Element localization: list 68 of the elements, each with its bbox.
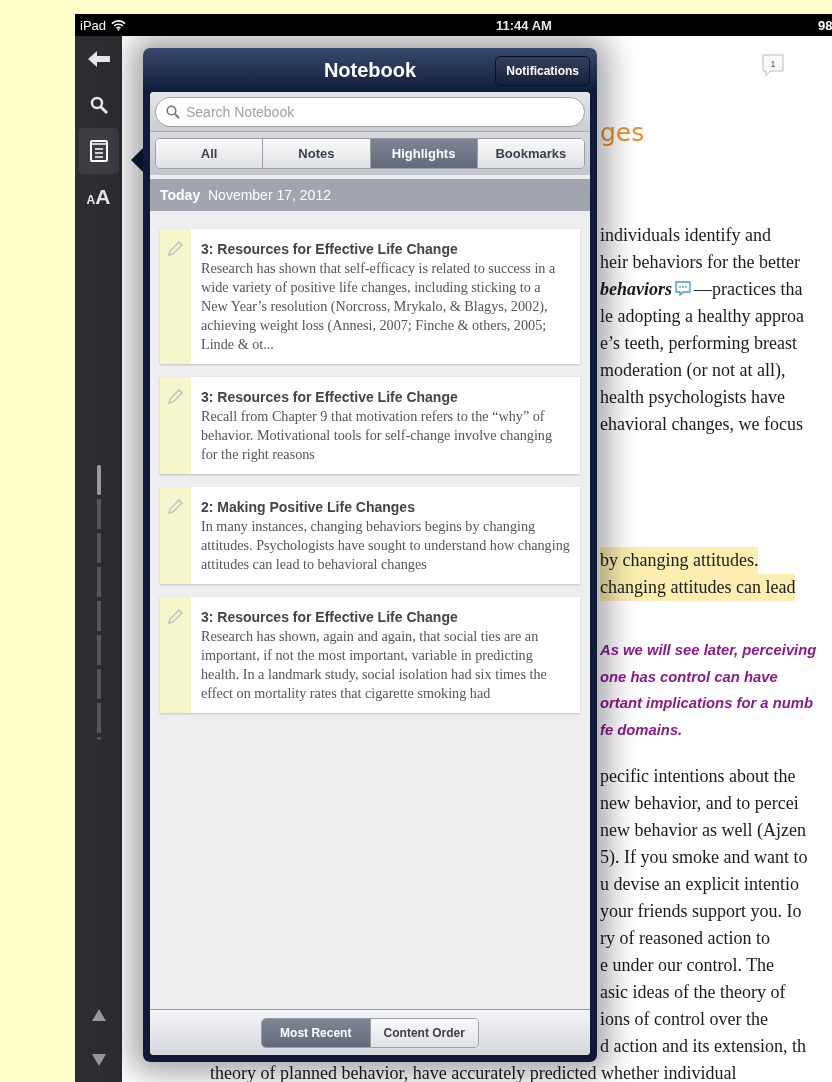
highlight-card[interactable]: 3: Resources for Effective Life Change Recall from Chapter 9 that motivation refers to the “why” of behavior. Motivational tools for self-change involve changing for the right reasons (160, 377, 580, 474)
body-text: individuals identify and (600, 224, 771, 247)
card-title: 2: Making Positive Life Changes (201, 499, 416, 515)
page-scrubber[interactable] (96, 465, 101, 740)
body-text: theory of planned behavior, have accurately predicted whether individual (209, 1062, 737, 1082)
body-text: ions of control over the (600, 1008, 768, 1031)
body-text: health psychologists have (600, 386, 785, 409)
filter-tab[interactable]: Bookmarks (476, 139, 584, 168)
search-icon (89, 96, 108, 114)
wifi-icon (111, 19, 127, 31)
pencil-icon (166, 388, 184, 406)
body-text: your friends support you. Io (600, 900, 802, 923)
chapter-heading: ges (600, 118, 646, 148)
highlight-card[interactable]: 2: Making Positive Life Changes In many instances, changing behaviors begins by changing attitudes. Psychologists have sought to understand how changing attitudes can lead to behavioral changes (160, 487, 580, 584)
highlighted-text: changing attitudes can lead (600, 574, 796, 601)
device-name: iPad (80, 17, 107, 33)
highlight-card[interactable] (160, 229, 580, 364)
highlighted-text: by changing attitudes. (600, 547, 759, 574)
comment-count-icon[interactable]: 1 (762, 54, 784, 78)
highlight-excerpt: Research has shown that self-efficacy is related to success in a wide variety of positive life changes, including sticking to a New Year’s resolution (Norcross, Mrykalo, & Blagys, 2002), achieving weight loss (Annesi, 2007; Finche & others, 2005; Linde & ot... (201, 259, 557, 354)
battery-level: 98 (818, 17, 832, 33)
down-triangle-icon (91, 1053, 106, 1066)
body-text: e under our control. The (600, 954, 775, 977)
card-title: 3: Resources for Effective Life Change (201, 389, 459, 405)
pencil-icon (166, 498, 184, 516)
callout-text: fe domains. (600, 720, 683, 740)
document-icon (89, 140, 108, 162)
body-text: e’s teeth, performing breast (600, 332, 797, 355)
body-text: d action and its extension, th (600, 1035, 806, 1058)
card-title: 3: Resources for Effective Life Change (201, 241, 459, 257)
note-icon[interactable] (675, 281, 691, 297)
highlight-excerpt: In many instances, changing behaviors begins by changing attitudes. Psychologists have sought to understand how changing attitudes can lead to behavioral changes (201, 517, 570, 574)
up-triangle-icon (91, 1008, 106, 1021)
pencil-icon (166, 240, 184, 258)
body-text: new behavior as well (Ajzen (600, 819, 806, 842)
highlight-excerpt: Recall from Chapter 9 that motivation refers to the “why” of behavior. Motivational tools for self-change involve changing for the right reasons (201, 407, 554, 464)
highlight-card[interactable] (160, 597, 580, 713)
search-icon (166, 105, 180, 119)
body-text: ry of reasoned action to (600, 927, 770, 950)
body-text: behaviors —practices tha (600, 278, 803, 301)
callout-text: one has control can have (600, 667, 778, 687)
card-title: 3: Resources for Effective Life Change (201, 609, 459, 625)
date-heading: Today November 17, 2012 (160, 187, 331, 203)
back-arrow-icon (87, 51, 110, 67)
filter-tab[interactable]: Notes (262, 139, 370, 168)
notebook-button[interactable] (78, 128, 119, 174)
font-size-button[interactable]: AA (78, 174, 119, 220)
filter-tab[interactable]: All (156, 139, 263, 168)
notifications-button[interactable]: Notifications (495, 56, 590, 86)
body-text: ehavioral changes, we focus (600, 413, 803, 436)
body-text: new behavior, and to percei (600, 792, 799, 815)
body-text: asic ideas of the theory of (600, 981, 786, 1004)
filter-tab[interactable]: Highlights (369, 139, 477, 168)
body-text: pecific intentions about the (600, 765, 796, 788)
body-text: u devise an explicit intentio (600, 873, 799, 896)
callout-text: As we will see later, perceiving (600, 641, 817, 660)
body-text: moderation (or not at all), (600, 359, 786, 382)
clock: 11:44 AM (495, 17, 553, 33)
search-field[interactable]: Search Notebook (155, 97, 585, 127)
sort-option[interactable]: Content Order (369, 1018, 478, 1047)
body-text: le adopting a healthy approa (600, 305, 804, 328)
popover-title: Notebook (323, 58, 417, 82)
highlight-excerpt: Research has shown, again and again, that social ties are an important, if not the most important, variable in predicting health. In a landmark study, social isolation had six times the effect on mortality rates that cigarette smoking had (201, 627, 548, 703)
sort-option[interactable]: Most Recent (262, 1018, 370, 1047)
callout-text: ortant implications for a numb (600, 694, 813, 713)
body-text: 5). If you smoke and want to (600, 846, 808, 869)
body-text: heir behaviors for the better (600, 251, 800, 274)
pencil-icon (166, 608, 184, 626)
